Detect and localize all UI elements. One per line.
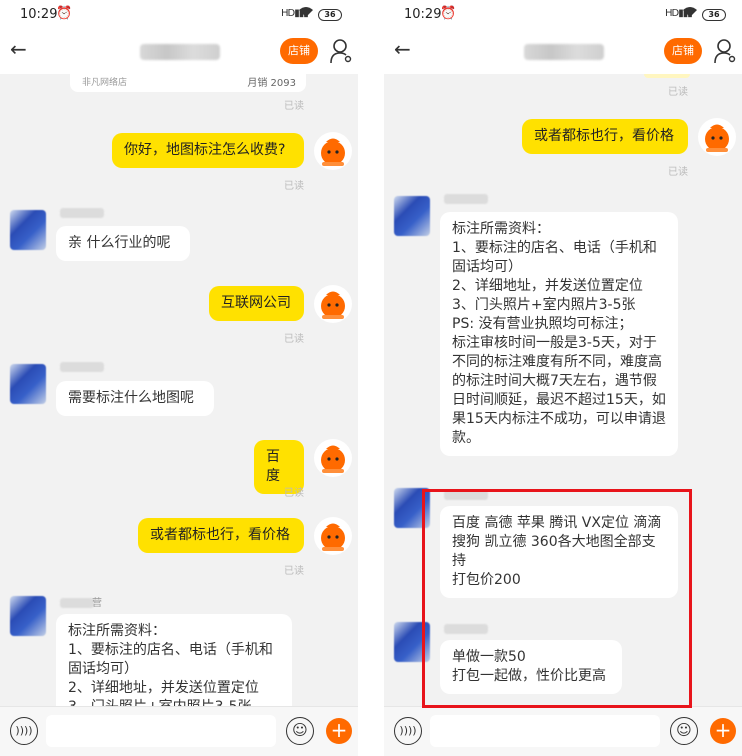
seller-name-redacted — [60, 208, 104, 218]
plus-icon[interactable]: + — [326, 718, 352, 744]
chat-title-redacted — [524, 44, 604, 60]
read-receipt: 已读 — [284, 181, 304, 192]
back-arrow-icon[interactable]: ← — [394, 37, 411, 61]
read-receipt: 已读 — [284, 334, 304, 345]
battery-icon: 36 — [702, 9, 726, 21]
product-card[interactable]: 非凡网络店 月销 2093 — [70, 74, 306, 92]
status-time: 10:29 — [20, 7, 58, 22]
plus-icon[interactable]: + — [710, 718, 736, 744]
chat-header: ← 店铺 — [0, 30, 358, 74]
card-monthly-sales: 月销 2093 — [247, 78, 296, 89]
message-bubble-outgoing[interactable]: 你好，地图标注怎么收费? — [112, 133, 304, 168]
voice-icon[interactable]: )))) — [394, 717, 422, 745]
wifi-icon — [682, 5, 698, 23]
highlight-annotation-box — [422, 489, 692, 708]
user-avatar[interactable] — [314, 285, 352, 323]
read-receipt: 已读 — [668, 167, 688, 178]
seller-name-partial: 营 — [92, 598, 102, 609]
seller-name-redacted — [444, 194, 488, 204]
alarm-icon: ⏰ — [56, 6, 73, 21]
chat-title-redacted — [140, 44, 220, 60]
person-settings-icon[interactable] — [714, 38, 736, 64]
status-bar: 10:29 ⏰ HD▮▮▮ 36 — [384, 0, 742, 30]
seller-avatar[interactable] — [10, 210, 46, 250]
message-bubble-outgoing[interactable]: 互联网公司 — [209, 286, 304, 321]
wifi-icon — [298, 5, 314, 23]
message-list[interactable]: 非凡网络店 月销 2093 已读 你好，地图标注怎么收费? 已读 亲 什么行业的… — [0, 74, 358, 706]
input-bar: )))) ☺ + — [0, 706, 358, 756]
chat-screen-left: 10:29 ⏰ HD▮▮▮ 36 ← 店铺 非凡网络店 月销 2093 已读 你… — [0, 0, 358, 756]
store-button[interactable]: 店铺 — [280, 38, 318, 64]
emoji-icon[interactable]: ☺ — [286, 717, 314, 745]
person-settings-icon[interactable] — [330, 38, 352, 64]
read-receipt: 已读 — [284, 566, 304, 577]
input-bar: )))) ☺ + — [384, 706, 742, 756]
battery-icon: 36 — [318, 9, 342, 21]
user-avatar[interactable] — [314, 517, 352, 555]
seller-name-redacted — [60, 598, 94, 608]
message-bubble-outgoing[interactable]: 或者都标也行，看价格 — [138, 518, 304, 553]
message-input[interactable] — [46, 715, 276, 747]
chat-header: ← 店铺 — [384, 30, 742, 74]
seller-avatar[interactable] — [10, 596, 46, 636]
voice-icon[interactable]: )))) — [10, 717, 38, 745]
seller-avatar[interactable] — [10, 364, 46, 404]
seller-name-redacted — [60, 362, 104, 372]
previous-bubble-edge — [644, 74, 690, 78]
user-avatar[interactable] — [314, 439, 352, 477]
message-bubble-outgoing[interactable]: 或者都标也行，看价格 — [522, 119, 688, 154]
store-button[interactable]: 店铺 — [664, 38, 702, 64]
read-receipt: 已读 — [284, 101, 304, 112]
message-bubble-incoming[interactable]: 标注所需资料： 1、要标注的店名、电话（手机和固话均可） 2、详细地址，并发送位… — [56, 614, 292, 706]
message-bubble-incoming[interactable]: 亲 什么行业的呢 — [56, 226, 190, 261]
read-receipt: 已读 — [284, 488, 304, 499]
alarm-icon: ⏰ — [440, 6, 457, 21]
card-shop-name: 非凡网络店 — [82, 78, 128, 88]
message-bubble-incoming[interactable]: 需要标注什么地图呢 — [56, 381, 214, 416]
user-avatar[interactable] — [698, 118, 736, 156]
user-avatar[interactable] — [314, 132, 352, 170]
message-input[interactable] — [430, 715, 660, 747]
emoji-icon[interactable]: ☺ — [670, 717, 698, 745]
back-arrow-icon[interactable]: ← — [10, 37, 27, 61]
message-bubble-incoming[interactable]: 标注所需资料： 1、要标注的店名、电话（手机和固话均可） 2、详细地址，并发送位… — [440, 212, 678, 456]
status-time: 10:29 — [404, 7, 442, 22]
read-receipt: 已读 — [668, 87, 688, 98]
seller-avatar[interactable] — [394, 196, 430, 236]
status-bar: 10:29 ⏰ HD▮▮▮ 36 — [0, 0, 358, 30]
